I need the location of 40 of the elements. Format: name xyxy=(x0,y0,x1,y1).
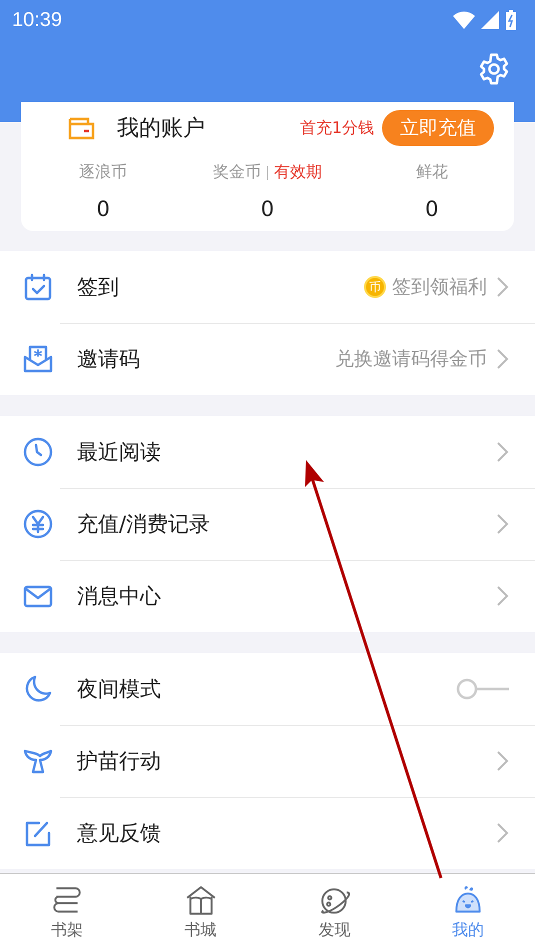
stat-value: 0 xyxy=(260,197,274,221)
status-time: 10:39 xyxy=(12,8,62,32)
stat-label: 鲜花 xyxy=(416,162,448,183)
envelope-icon xyxy=(22,343,54,375)
menu-item[interactable]: 签到 xyxy=(77,273,364,301)
menu-item[interactable]: 最近阅读 xyxy=(77,438,495,466)
signal-icon xyxy=(481,11,499,29)
settings-icon[interactable] xyxy=(477,52,511,86)
chevron-icon xyxy=(495,276,509,298)
coin-icon: 币 xyxy=(364,276,386,298)
tab[interactable]: 书架 xyxy=(0,874,134,951)
validity-link[interactable]: 有效期 xyxy=(274,162,322,183)
wifi-icon xyxy=(453,11,475,29)
menu-item[interactable]: 意见反馈 xyxy=(77,819,495,847)
calendar-icon xyxy=(22,271,54,303)
stat-value: 0 xyxy=(425,197,438,221)
chevron-icon xyxy=(495,441,509,463)
clock-icon xyxy=(22,436,54,468)
battery-icon xyxy=(505,10,517,30)
toggle-switch[interactable] xyxy=(455,678,511,700)
tab[interactable]: 书城 xyxy=(134,874,268,951)
yen-icon xyxy=(22,508,54,540)
menu-item[interactable]: 邀请码 xyxy=(77,345,335,373)
stat-label: 逐浪币 xyxy=(79,162,128,183)
promo-text: 首充1分钱 xyxy=(300,118,374,138)
chevron-icon xyxy=(495,348,509,370)
stat-value: 0 xyxy=(96,197,110,221)
tab[interactable]: 发现 xyxy=(268,874,402,951)
menu-item[interactable]: 充值/消费记录 xyxy=(77,510,495,538)
menu-item[interactable]: 护苗行动 xyxy=(77,747,495,775)
row-hint: 兑换邀请码得金币 xyxy=(335,347,487,372)
row-hint: 签到领福利 xyxy=(392,275,487,300)
menu-item[interactable]: 夜间模式 xyxy=(77,675,455,703)
chevron-icon xyxy=(495,513,509,535)
account-title: 我的账户 xyxy=(117,115,206,143)
stat-label: 奖金币 xyxy=(212,162,261,183)
menu-item[interactable]: 消息中心 xyxy=(77,582,495,610)
chevron-icon xyxy=(495,822,509,844)
chevron-icon xyxy=(495,585,509,607)
chevron-icon xyxy=(495,750,509,772)
